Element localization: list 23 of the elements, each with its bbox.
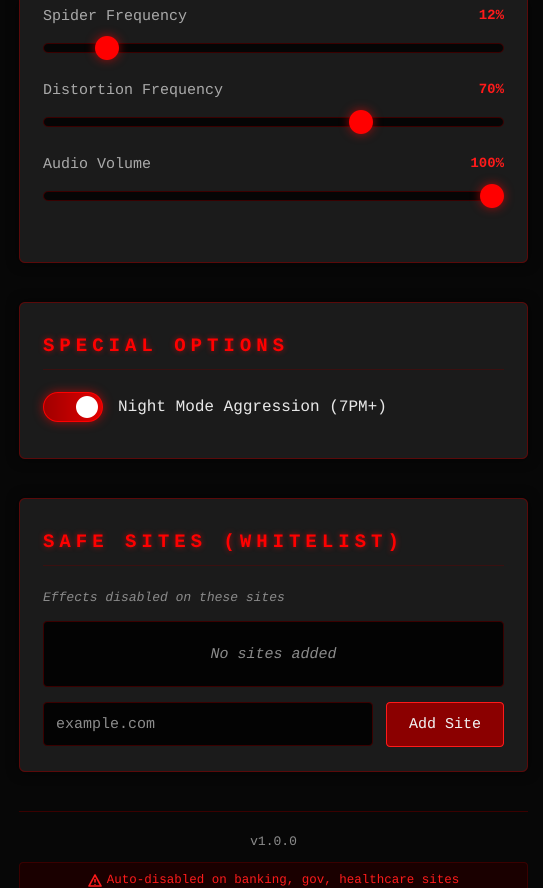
toggle-label: Night Mode Aggression (7PM+) <box>118 398 387 416</box>
slider-value: 70% <box>478 82 504 98</box>
slider[interactable] <box>43 36 504 60</box>
input-field[interactable]: example.com <box>43 702 373 746</box>
slider-value: 100% <box>470 156 504 172</box>
slider-label: Spider Frequency <box>43 8 188 24</box>
section-title: SPECIAL OPTIONS <box>43 334 290 357</box>
warning-text: Auto-disabled on banking, gov, healthcare sites <box>106 873 460 887</box>
version-text: v1.0.0 <box>249 834 298 849</box>
toggle-switch[interactable] <box>43 392 103 422</box>
slider-label: Audio Volume <box>43 156 152 172</box>
slider-thumb[interactable] <box>348 110 373 134</box>
empty-message: No sites added <box>210 646 337 662</box>
section-title: SAFE SITES (WHITELIST) <box>43 530 405 553</box>
slider-value: 12% <box>478 8 504 24</box>
add-site-button[interactable]: Add Site <box>386 702 504 747</box>
warning-icon <box>88 874 102 886</box>
slider-thumb[interactable] <box>480 184 504 208</box>
slider[interactable] <box>43 184 504 208</box>
slider[interactable] <box>43 110 504 134</box>
slider-label: Distortion Frequency <box>43 82 224 98</box>
slider-thumb[interactable] <box>95 36 120 60</box>
hint-text: Effects disabled on these sites <box>43 590 286 605</box>
